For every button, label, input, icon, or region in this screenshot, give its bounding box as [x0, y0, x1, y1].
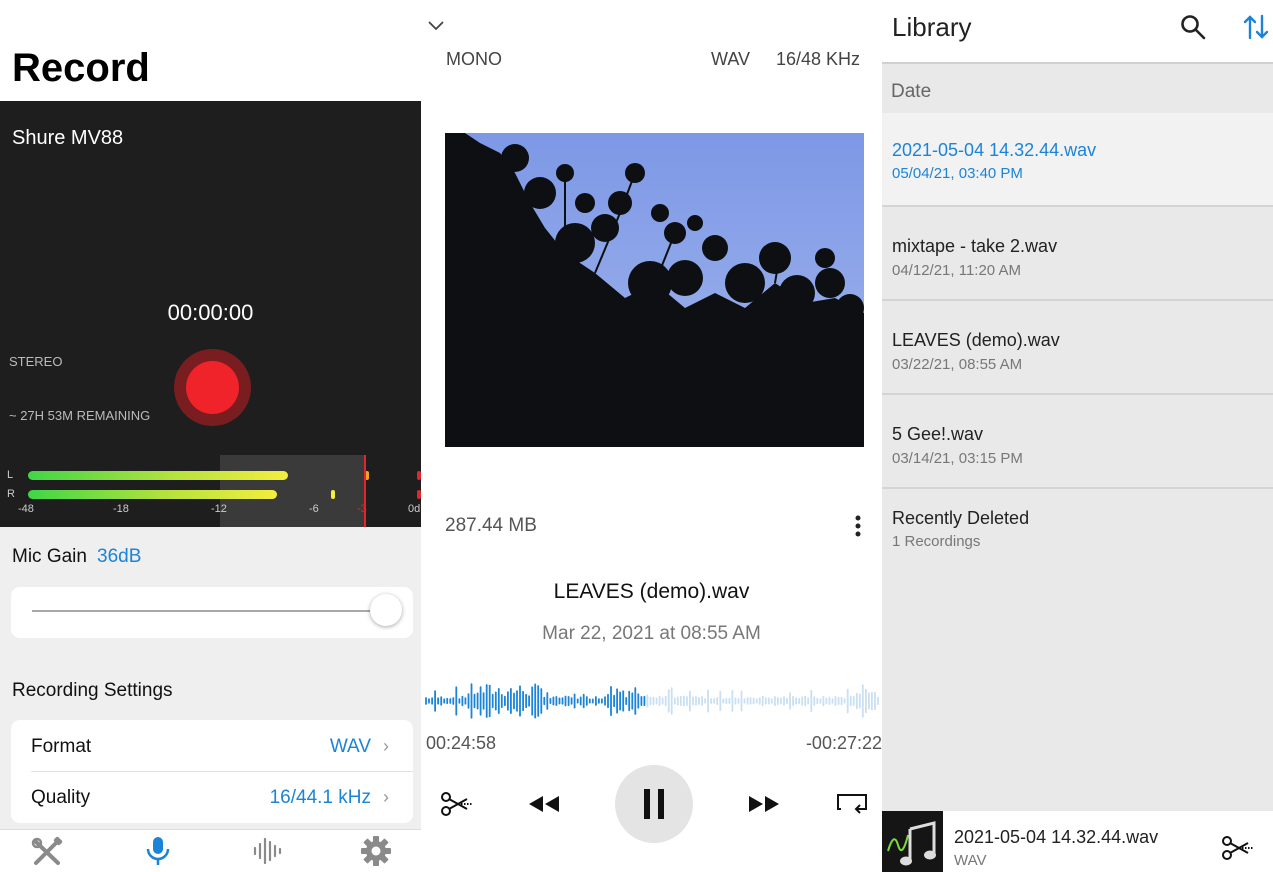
mic-gain-value: 36dB — [97, 546, 142, 567]
sort-icon[interactable] — [1242, 14, 1270, 45]
list-item[interactable]: LEAVES (demo).wav 03/22/21, 08:55 AM — [882, 301, 1273, 395]
pause-icon[interactable] — [643, 788, 665, 825]
fast-forward-icon[interactable] — [747, 793, 781, 820]
chevron-right-icon[interactable]: › — [383, 787, 389, 808]
library-panel: Library Date 2021-05-04 14.32.44.wav 05/… — [882, 0, 1273, 872]
tools-icon[interactable] — [28, 835, 68, 867]
meter-tick: -48 — [18, 503, 34, 515]
remaining-time: ~ 27H 53M REMAINING — [9, 408, 151, 423]
list-item-date: 04/12/21, 11:20 AM — [892, 262, 1021, 279]
mic-gain-slider-track[interactable] — [32, 610, 387, 612]
quality-label[interactable]: Quality — [31, 787, 90, 809]
list-item[interactable]: 5 Gee!.wav 03/14/21, 03:15 PM — [882, 395, 1273, 489]
quality-value[interactable]: 16/44.1 kHz — [270, 787, 371, 809]
elapsed-time: 00:24:58 — [426, 733, 497, 753]
record-timer: 00:00:00 — [167, 300, 254, 325]
meter-tick: -18 — [113, 503, 129, 515]
now-playing-artwork — [882, 811, 943, 872]
list-item-title: 2021-05-04 14.32.44.wav — [892, 140, 1097, 160]
file-format: WAV — [711, 49, 750, 69]
peak-indicator-right — [331, 490, 335, 499]
artwork-image — [445, 133, 864, 447]
file-size: 287.44 MB — [445, 515, 537, 536]
format-label[interactable]: Format — [31, 736, 91, 758]
list-item-date: 03/22/21, 08:55 AM — [892, 356, 1023, 373]
track-title: LEAVES (demo).wav — [553, 580, 750, 603]
search-icon[interactable] — [1180, 14, 1206, 45]
microphone-icon[interactable] — [138, 835, 178, 867]
record-panel: Record Shure MV88 00:00:00 STEREO ~ 27H … — [0, 0, 421, 872]
list-item-title: mixtape - take 2.wav — [892, 236, 1058, 256]
waveform-scrubber[interactable] — [425, 680, 879, 722]
page-title: Library — [892, 12, 972, 42]
channel-mode[interactable]: STEREO — [9, 354, 62, 369]
rewind-icon[interactable] — [527, 793, 561, 820]
now-playing-format: WAV — [954, 852, 987, 869]
player-panel: MONO WAV 16/48 KHz 287.44 MB LEAVES (dem… — [421, 0, 882, 872]
now-playing-title: 2021-05-04 14.32.44.wav — [954, 827, 1159, 847]
list-item[interactable]: 2021-05-04 14.32.44.wav 05/04/21, 03:40 … — [882, 113, 1273, 207]
remaining-time: -00:27:22 — [805, 733, 882, 753]
list-item-title: LEAVES (demo).wav — [892, 330, 1060, 350]
page-title: Record — [12, 46, 150, 90]
meter-tick: -12 — [211, 503, 227, 515]
level-meter-left — [28, 471, 288, 480]
list-item-date: 05/04/21, 03:40 PM — [892, 165, 1023, 182]
mic-gain-label: Mic Gain — [12, 546, 87, 567]
recording-settings-title: Recording Settings — [12, 680, 173, 701]
record-button-dot[interactable] — [186, 361, 239, 414]
scissors-icon[interactable] — [439, 790, 475, 823]
list-item-title: Recently Deleted — [892, 508, 1030, 528]
sample-rate: 16/48 KHz — [776, 49, 861, 69]
meter-tick: 0d — [408, 503, 421, 515]
mic-gain-slider-handle[interactable] — [370, 594, 402, 626]
level-meter-right — [28, 490, 277, 499]
scissors-icon[interactable] — [1220, 834, 1256, 867]
list-item-date: 03/14/21, 03:15 PM — [892, 450, 1023, 467]
chevron-down-icon[interactable] — [427, 18, 445, 36]
channel-mode: MONO — [446, 49, 502, 69]
divider — [31, 771, 413, 772]
repeat-icon[interactable] — [835, 791, 869, 822]
chevron-right-icon[interactable]: › — [383, 736, 389, 757]
more-options-icon[interactable] — [853, 514, 863, 543]
waveform-icon[interactable] — [247, 835, 287, 867]
clip-threshold-line — [364, 455, 366, 527]
mic-gain-card — [11, 587, 413, 638]
gear-icon[interactable] — [356, 835, 396, 867]
meter-right-label: R — [7, 488, 15, 500]
list-item-count: 1 Recordings — [892, 533, 981, 550]
list-item-title: 5 Gee!.wav — [892, 424, 984, 444]
meter-tick: -6 — [309, 503, 319, 515]
section-header: Date — [891, 81, 932, 102]
format-value[interactable]: WAV — [330, 736, 371, 758]
track-date: Mar 22, 2021 at 08:55 AM — [542, 623, 761, 644]
list-item[interactable]: mixtape - take 2.wav 04/12/21, 11:20 AM — [882, 207, 1273, 301]
device-name[interactable]: Shure MV88 — [12, 127, 123, 150]
meter-left-label: L — [7, 469, 14, 481]
meter-tick: -3 — [357, 503, 367, 515]
recently-deleted-item[interactable]: Recently Deleted 1 Recordings — [882, 489, 1273, 569]
